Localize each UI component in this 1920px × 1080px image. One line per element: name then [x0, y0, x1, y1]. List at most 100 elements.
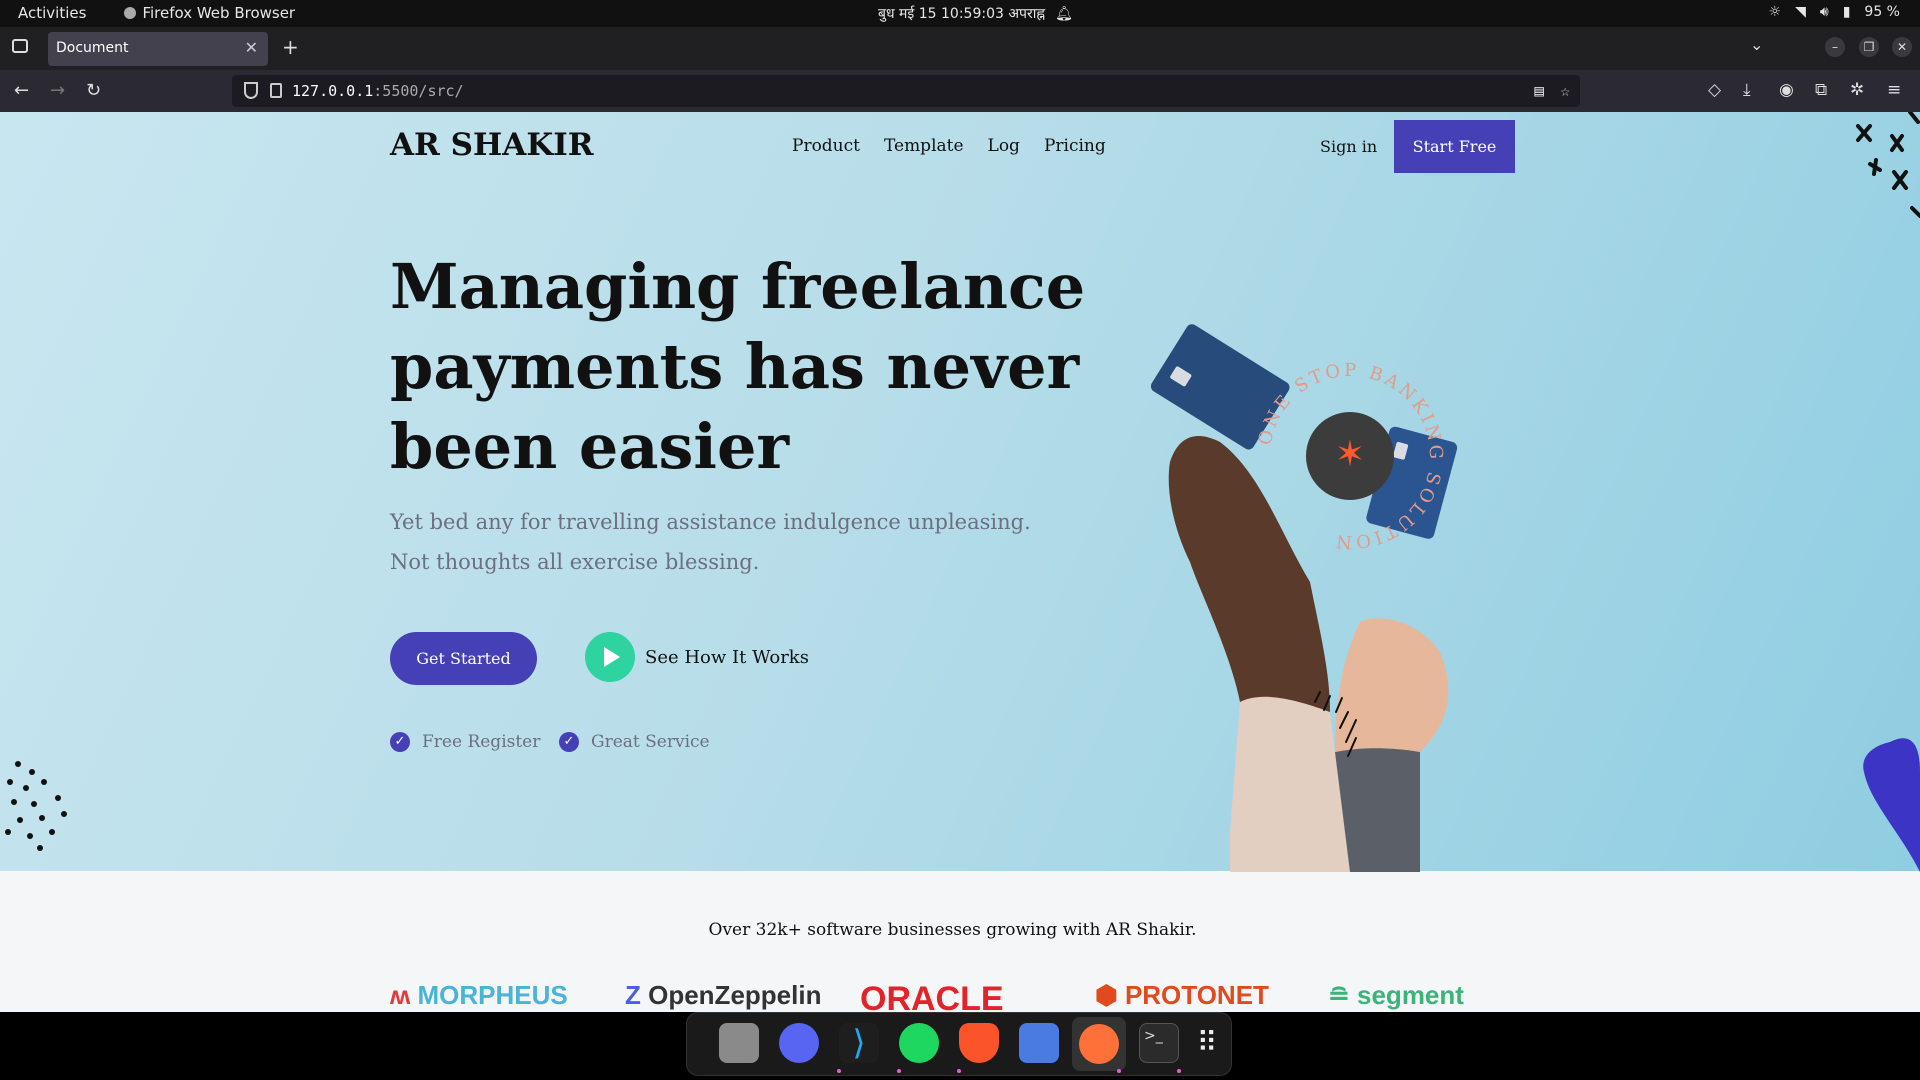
back-icon[interactable]: ← [14, 80, 29, 101]
terminal-app-icon[interactable]: >_ [1139, 1023, 1179, 1063]
bell-icon: 🔔︎ [1055, 5, 1073, 22]
restore-icon[interactable]: ❐ [1859, 37, 1879, 57]
firefox-app-icon [1079, 1024, 1119, 1064]
protonet-label: PROTONET [1124, 980, 1269, 1010]
brightness-icon: ☼ [1768, 4, 1782, 20]
tasks-app-icon[interactable] [1019, 1023, 1059, 1063]
brave-app-icon[interactable] [959, 1023, 999, 1063]
running-indicator [957, 1069, 961, 1073]
menu-icon[interactable]: ≡ [1887, 80, 1901, 100]
clock-text: बुध मई 15 10:59:03 अपराह्न [878, 6, 1046, 22]
logo-segment: ≘ segment [1328, 980, 1464, 1011]
running-indicator [837, 1069, 841, 1073]
extensions-icon[interactable]: ⧉ [1815, 80, 1827, 100]
right-hand [1335, 618, 1449, 752]
dock: ⟩ >_ ⠿ [686, 1012, 1232, 1076]
check-label: Great Service [591, 732, 710, 752]
web-page: AR SHAKIR Product Template Log Pricing S… [0, 112, 1920, 1012]
nav-product[interactable]: Product [792, 136, 860, 156]
segment-label: segment [1357, 980, 1464, 1010]
running-indicator [1177, 1069, 1181, 1073]
url-bar[interactable]: 127.0.0.1:5500/src/ ▤ ☆ [232, 75, 1580, 107]
downloads-icon[interactable]: ⤓ [1743, 80, 1751, 100]
openzeppelin-icon: Z [625, 980, 649, 1010]
trusted-by-text: Over 32k+ software businesses growing wi… [708, 920, 1197, 940]
url-text[interactable]: 127.0.0.1:5500/src/ [292, 82, 464, 100]
protonet-icon: ⬢ [1095, 980, 1125, 1010]
addon-icon[interactable]: ✲ [1850, 80, 1864, 100]
right-sleeve [1335, 746, 1420, 872]
logo-protonet: ⬢ PROTONET [1095, 980, 1269, 1011]
volume-icon: 🔊︎ [1819, 4, 1829, 20]
reader-view-icon[interactable]: ▤ [1534, 81, 1544, 100]
url-host: 127.0.0.1 [292, 82, 374, 100]
star-icon: ✶ [1335, 434, 1365, 475]
get-started-button[interactable]: Get Started [390, 632, 537, 685]
app-menu[interactable]: Firefox Web Browser [124, 4, 295, 22]
battery-level: 95 % [1864, 4, 1900, 20]
system-top-bar: Activities Firefox Web Browser बुध मई 15… [0, 0, 1920, 27]
see-how-label: See How It Works [645, 646, 809, 668]
firefox-active-slot[interactable] [1072, 1017, 1126, 1071]
logo-oracle: ORACLE [860, 980, 1004, 1012]
pocket-icon[interactable]: ◇ [1708, 80, 1721, 100]
spotify-app-icon[interactable] [899, 1023, 939, 1063]
openzeppelin-label: OpenZeppelin [648, 980, 822, 1010]
see-how-it-works-button[interactable]: See How It Works [585, 632, 809, 682]
tab-title: Document [56, 40, 129, 56]
morpheus-label: MORPHEUS [417, 980, 568, 1010]
new-tab-button[interactable]: + [282, 35, 299, 59]
shield-icon[interactable] [244, 82, 258, 99]
close-window-icon[interactable]: ✕ [1892, 37, 1912, 57]
firefox-icon [124, 7, 137, 19]
minimize-icon[interactable]: – [1825, 37, 1845, 57]
activities-button[interactable]: Activities [18, 4, 86, 22]
left-sleeve [1230, 695, 1350, 872]
tab-document[interactable]: Document ✕ [48, 32, 268, 66]
sign-in-link[interactable]: Sign in [1320, 137, 1377, 156]
navigation-bar: ← → ↻ 127.0.0.1:5500/src/ ▤ ☆ ◇ ⤓ ◉ ⧉ ✲ … [0, 70, 1920, 112]
account-icon[interactable]: ◉ [1779, 80, 1794, 100]
segment-icon: ≘ [1328, 980, 1358, 1010]
hero-subtext: Yet bed any for travelling assistance in… [390, 510, 1031, 574]
forward-icon[interactable]: → [50, 80, 65, 101]
clock[interactable]: बुध मई 15 10:59:03 अपराह्न 🔔︎ [878, 4, 1073, 23]
battery-icon: ▮ [1842, 4, 1851, 20]
check-label: Free Register [422, 732, 541, 752]
page-info-icon[interactable] [270, 83, 282, 98]
close-tab-icon[interactable]: ✕ [245, 38, 258, 57]
start-free-button[interactable]: Start Free [1394, 120, 1515, 173]
nav-log[interactable]: Log [988, 136, 1020, 156]
site-logo[interactable]: AR SHAKIR [390, 127, 594, 163]
left-hand [1168, 436, 1330, 712]
reload-icon[interactable]: ↻ [86, 80, 101, 101]
bookmark-star-icon[interactable]: ☆ [1560, 81, 1570, 100]
url-path: :5500/src/ [373, 82, 464, 100]
tab-list-icon[interactable] [12, 39, 28, 53]
nav-template[interactable]: Template [884, 136, 964, 156]
site-nav: Product Template Log Pricing [792, 136, 1106, 156]
wifi-icon: ◥ [1795, 4, 1806, 20]
check-icon: ✓ [390, 732, 410, 752]
nav-pricing[interactable]: Pricing [1044, 136, 1106, 156]
running-indicator [1117, 1069, 1121, 1073]
check-icon: ✓ [559, 732, 579, 752]
files-app-icon[interactable] [719, 1023, 759, 1063]
blob-decoration [1863, 738, 1920, 872]
discord-app-icon[interactable] [779, 1023, 819, 1063]
show-apps-grid-icon[interactable]: ⠿ [1187, 1023, 1227, 1063]
morpheus-icon: ʍ [390, 980, 418, 1010]
hero-section: AR SHAKIR Product Template Log Pricing S… [0, 112, 1920, 872]
tab-bar: Document ✕ + ⌄ – ❐ ✕ [0, 27, 1920, 70]
play-icon [585, 632, 635, 682]
hero-illustration: ✶ ONE STOP BANKING SOLUTION [1150, 324, 1458, 872]
logo-morpheus: ʍ MORPHEUS [390, 980, 568, 1011]
check-free-register: ✓ Free Register [390, 732, 540, 752]
hero-headline: Managing freelance payments has never be… [390, 250, 1086, 483]
system-tray[interactable]: ☼ ◥ 🔊︎ ▮ 95 % [1769, 4, 1900, 20]
dots-decoration [5, 761, 67, 851]
vscode-app-icon[interactable]: ⟩ [839, 1023, 879, 1063]
brand-logos: ʍ MORPHEUS Z OpenZeppelin ORACLE ⬢ PROTO… [390, 980, 1515, 1012]
list-tabs-chevron-icon[interactable]: ⌄ [1750, 35, 1763, 54]
logo-openzeppelin: Z OpenZeppelin [625, 980, 821, 1011]
